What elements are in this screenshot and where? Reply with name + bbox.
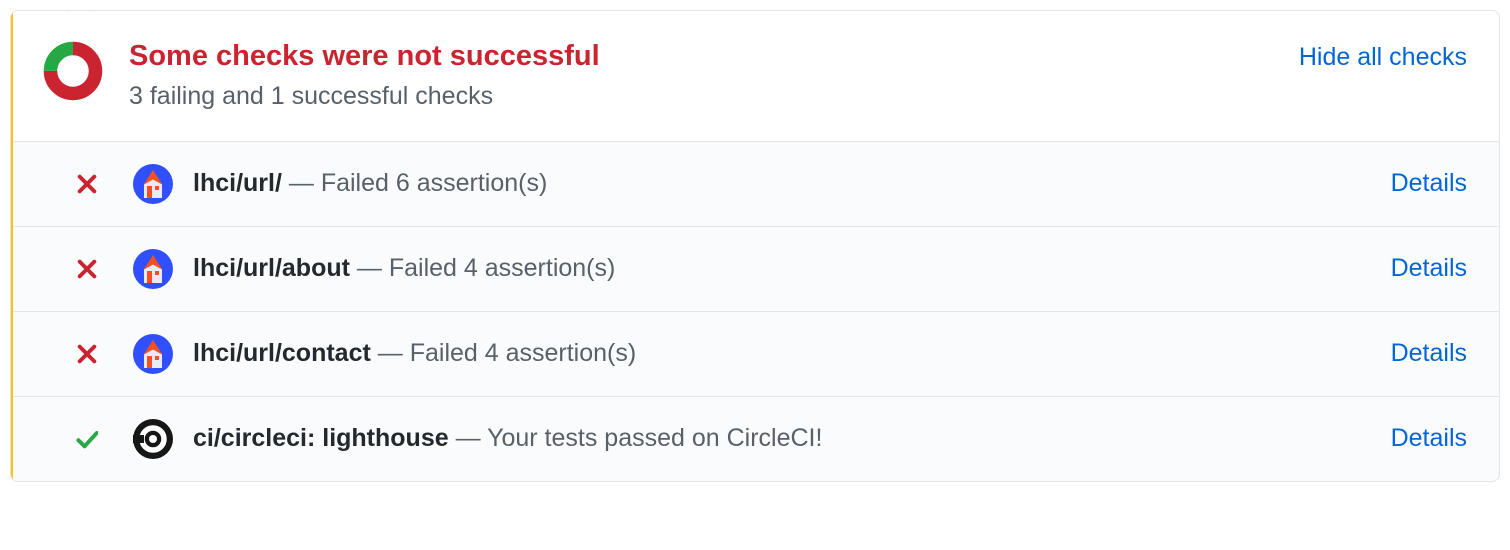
circleci-icon bbox=[133, 419, 173, 459]
separator: — bbox=[371, 339, 410, 367]
separator: — bbox=[350, 254, 389, 282]
hide-all-checks-link[interactable]: Hide all checks bbox=[1299, 43, 1467, 72]
check-message: Failed 6 assertion(s) bbox=[321, 169, 547, 197]
check-row: lhci/url/contact — Failed 4 assertion(s)… bbox=[11, 311, 1499, 396]
check-name: lhci/url/contact bbox=[193, 339, 371, 367]
checks-header: Some checks were not successful 3 failin… bbox=[11, 11, 1499, 141]
check-description: lhci/url/about — Failed 4 assertion(s) bbox=[193, 254, 1391, 283]
check-name: lhci/url/ bbox=[193, 169, 282, 197]
checks-subtitle: 3 failing and 1 successful checks bbox=[129, 82, 1299, 111]
lhci-icon bbox=[133, 164, 173, 204]
x-icon bbox=[71, 173, 103, 195]
details-link[interactable]: Details bbox=[1391, 169, 1467, 198]
separator: — bbox=[449, 424, 487, 452]
checks-list: lhci/url/ — Failed 6 assertion(s)Details… bbox=[11, 141, 1499, 481]
check-message: Failed 4 assertion(s) bbox=[410, 339, 636, 367]
check-name: lhci/url/about bbox=[193, 254, 350, 282]
check-description: ci/circleci: lighthouse — Your tests pas… bbox=[193, 424, 1391, 453]
separator: — bbox=[282, 169, 321, 197]
check-description: lhci/url/ — Failed 6 assertion(s) bbox=[193, 169, 1391, 198]
check-row: ci/circleci: lighthouse — Your tests pas… bbox=[11, 396, 1499, 481]
details-link[interactable]: Details bbox=[1391, 424, 1467, 453]
check-row: lhci/url/ — Failed 6 assertion(s)Details bbox=[11, 141, 1499, 226]
check-row: lhci/url/about — Failed 4 assertion(s)De… bbox=[11, 226, 1499, 311]
x-icon bbox=[71, 343, 103, 365]
check-icon bbox=[71, 428, 103, 450]
check-message: Failed 4 assertion(s) bbox=[389, 254, 615, 282]
check-description: lhci/url/contact — Failed 4 assertion(s) bbox=[193, 339, 1391, 368]
check-message: Your tests passed on CircleCI! bbox=[487, 424, 822, 452]
check-name: ci/circleci: lighthouse bbox=[193, 424, 449, 452]
lhci-icon bbox=[133, 334, 173, 374]
x-icon bbox=[71, 258, 103, 280]
checks-title: Some checks were not successful bbox=[129, 39, 1299, 74]
status-donut-icon bbox=[43, 41, 103, 106]
details-link[interactable]: Details bbox=[1391, 339, 1467, 368]
details-link[interactable]: Details bbox=[1391, 254, 1467, 283]
lhci-icon bbox=[133, 249, 173, 289]
